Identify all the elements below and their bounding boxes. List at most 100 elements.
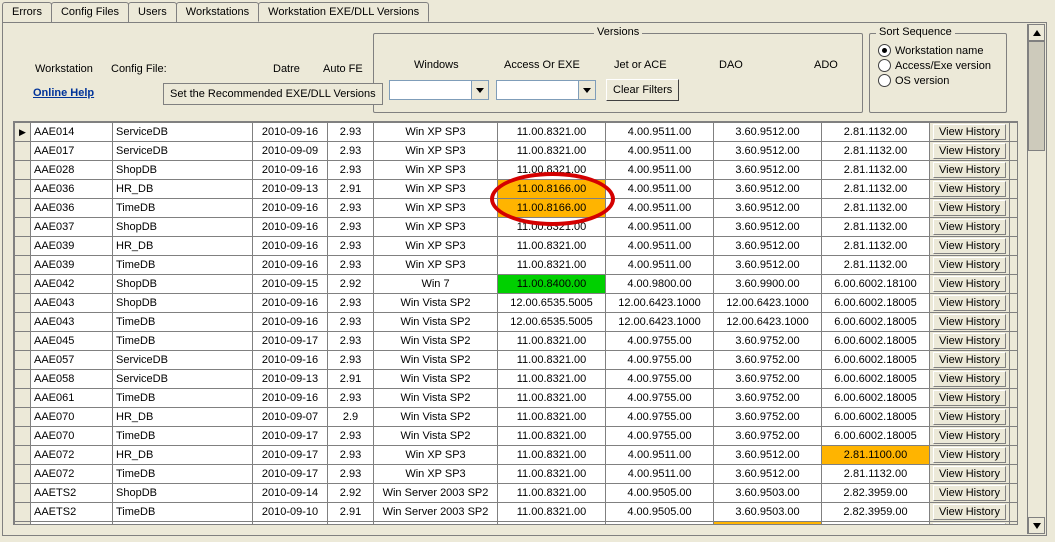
view-history-button[interactable]: View History	[933, 447, 1006, 463]
row-selector[interactable]	[15, 237, 31, 256]
cell-jet: 4.00.9755.00	[606, 370, 714, 389]
row-selector[interactable]	[15, 123, 31, 142]
tab-config-files[interactable]: Config Files	[51, 2, 129, 22]
view-history-button[interactable]: View History	[933, 162, 1006, 178]
tab-workstations[interactable]: Workstations	[176, 2, 259, 22]
view-history-button[interactable]: View History	[933, 314, 1006, 330]
view-history-button[interactable]: View History	[933, 390, 1006, 406]
row-selector[interactable]	[15, 332, 31, 351]
scroll-up-icon[interactable]	[1028, 24, 1045, 41]
cell-workstation: AAE061	[31, 389, 113, 408]
cell-access: 11.00.8321.00	[498, 427, 606, 446]
cell-windows: Win XP SP3	[374, 446, 498, 465]
view-history-button[interactable]: View History	[933, 466, 1006, 482]
row-selector[interactable]	[15, 465, 31, 484]
view-history-button[interactable]: View History	[933, 371, 1006, 387]
cell-workstation: AAE014	[31, 123, 113, 142]
label-config-file: Config File:	[111, 63, 167, 75]
view-history-button[interactable]: View History	[933, 200, 1006, 216]
cell-jet: 4.00.9755.00	[606, 332, 714, 351]
cell-date: 2010-09-16	[253, 313, 328, 332]
online-help-link[interactable]: Online Help	[33, 87, 94, 99]
view-history-button[interactable]: View History	[933, 219, 1006, 235]
row-selector[interactable]	[15, 408, 31, 427]
row-trailer	[1010, 427, 1019, 446]
cell-date: 2010-09-13	[253, 180, 328, 199]
col-windows: Windows	[414, 59, 459, 71]
row-trailer	[1010, 332, 1019, 351]
cell-config-file: HR_DB	[113, 446, 253, 465]
row-selector[interactable]	[15, 294, 31, 313]
row-selector[interactable]	[15, 313, 31, 332]
view-history-button[interactable]: View History	[933, 238, 1006, 254]
cell-auto-fe: 2.93	[328, 351, 374, 370]
col-dao: DAO	[719, 59, 743, 71]
view-history-button[interactable]: View History	[933, 428, 1006, 444]
scroll-down-icon[interactable]	[1028, 517, 1045, 534]
clear-filters-button[interactable]: Clear Filters	[606, 79, 679, 101]
cell-date: 2010-09-16	[253, 294, 328, 313]
view-history-button[interactable]: View History	[933, 181, 1006, 197]
row-selector[interactable]	[15, 522, 31, 526]
vertical-scrollbar[interactable]	[1027, 24, 1045, 534]
cell-access: 12.00.6535.5005	[498, 294, 606, 313]
row-trailer	[1010, 522, 1019, 526]
view-history-button[interactable]: View History	[933, 295, 1006, 311]
cell-workstation: AAE028	[31, 161, 113, 180]
view-history-button[interactable]: View History	[933, 124, 1006, 140]
row-selector[interactable]	[15, 180, 31, 199]
row-selector[interactable]	[15, 142, 31, 161]
row-selector[interactable]	[15, 484, 31, 503]
cell-date: 2010-09-16	[253, 237, 328, 256]
windows-filter[interactable]	[389, 80, 489, 100]
row-selector[interactable]	[15, 370, 31, 389]
cell-dao: 3.60.9900.00	[714, 275, 822, 294]
tab-workstation-versions[interactable]: Workstation EXE/DLL Versions	[258, 2, 429, 22]
sort-access-version[interactable]: Access/Exe version	[878, 59, 1006, 72]
sort-workstation-name[interactable]: Workstation name	[878, 44, 1006, 57]
col-ado: ADO	[814, 59, 838, 71]
versions-group-label: Versions	[594, 26, 642, 38]
view-history-button[interactable]: View History	[933, 276, 1006, 292]
cell-ado: 2.81.1132.00	[822, 142, 930, 161]
cell-view-history: View History	[930, 370, 1010, 389]
view-history-button[interactable]: View History	[933, 485, 1006, 501]
view-history-button[interactable]: View History	[933, 504, 1006, 520]
versions-grid[interactable]: AAE014ServiceDB2010-09-162.93Win XP SP31…	[13, 121, 1018, 525]
view-history-button[interactable]: View History	[933, 523, 1006, 525]
row-selector[interactable]	[15, 389, 31, 408]
cell-dao: 3.60.9752.00	[714, 389, 822, 408]
cell-jet: 4.00.9511.00	[606, 256, 714, 275]
sort-os-version[interactable]: OS version	[878, 74, 1006, 87]
access-filter[interactable]	[496, 80, 596, 100]
set-recommended-button[interactable]: Set the Recommended EXE/DLL Versions	[163, 83, 383, 105]
view-history-button[interactable]: View History	[933, 333, 1006, 349]
row-selector[interactable]	[15, 351, 31, 370]
row-selector[interactable]	[15, 218, 31, 237]
cell-view-history: View History	[930, 408, 1010, 427]
row-selector[interactable]	[15, 427, 31, 446]
cell-config-file: ShopDB	[113, 218, 253, 237]
row-selector[interactable]	[15, 503, 31, 522]
row-selector[interactable]	[15, 446, 31, 465]
chevron-down-icon	[471, 81, 488, 99]
col-access: Access Or EXE	[504, 59, 580, 71]
row-trailer	[1010, 142, 1019, 161]
cell-jet: 4.00.9755.00	[606, 389, 714, 408]
row-trailer	[1010, 275, 1019, 294]
cell-view-history: View History	[930, 503, 1010, 522]
row-selector[interactable]	[15, 256, 31, 275]
view-history-button[interactable]: View History	[933, 257, 1006, 273]
tab-errors[interactable]: Errors	[2, 2, 52, 22]
row-selector[interactable]	[15, 275, 31, 294]
row-selector[interactable]	[15, 161, 31, 180]
cell-windows: Win Server 2008 SP2	[374, 522, 498, 526]
row-selector[interactable]	[15, 199, 31, 218]
scroll-thumb[interactable]	[1028, 41, 1045, 151]
cell-access: 11.00.8321.00	[498, 522, 606, 526]
view-history-button[interactable]: View History	[933, 409, 1006, 425]
view-history-button[interactable]: View History	[933, 352, 1006, 368]
tab-users[interactable]: Users	[128, 2, 177, 22]
view-history-button[interactable]: View History	[933, 143, 1006, 159]
cell-date: 2010-09-17	[253, 332, 328, 351]
